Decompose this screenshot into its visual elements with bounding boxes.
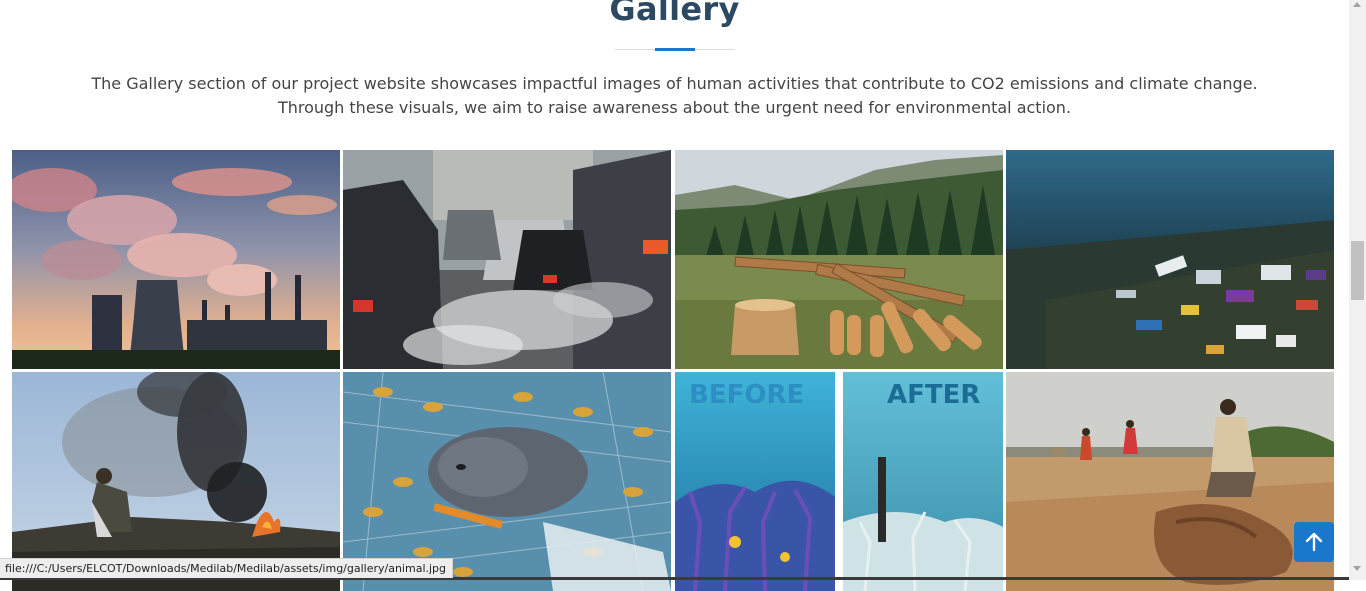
drought-image	[1006, 372, 1334, 591]
gallery-item-power-plant[interactable]	[12, 150, 340, 369]
scrollbar-thumb[interactable]	[1351, 241, 1364, 300]
description-line-1: The Gallery section of our project websi…	[91, 74, 1258, 93]
gallery-section: Gallery The Gallery section of our proje…	[0, 0, 1349, 591]
scroll-down-arrow-icon[interactable]	[1353, 566, 1361, 571]
gallery-item-traffic[interactable]	[343, 150, 671, 369]
arrow-up-icon	[1305, 532, 1323, 552]
gallery-item-deforestation[interactable]	[675, 150, 1003, 369]
title-divider-accent	[655, 48, 695, 51]
back-to-top-button[interactable]	[1294, 522, 1334, 562]
gallery-item-ocean-plastic[interactable]	[1006, 150, 1334, 369]
description-line-2: Through these visuals, we aim to raise a…	[277, 98, 1072, 117]
power-plant-image	[12, 150, 340, 369]
ocean-plastic-image	[1006, 150, 1334, 369]
gallery-grid: BEFORE AFTER	[12, 150, 1335, 591]
section-title: Gallery	[609, 0, 740, 28]
coral-bleaching-image: BEFORE AFTER	[675, 372, 1003, 591]
before-label: BEFORE	[689, 380, 804, 410]
gallery-item-drought[interactable]	[1006, 372, 1334, 591]
browser-status-bar: file:///C:/Users/ELCOT/Downloads/Medilab…	[0, 558, 454, 578]
gallery-item-coral-bleaching[interactable]: BEFORE AFTER	[675, 372, 1003, 591]
section-description: The Gallery section of our project websi…	[60, 72, 1289, 120]
deforestation-image	[675, 150, 1003, 369]
after-label: AFTER	[887, 380, 980, 410]
scroll-up-arrow-icon[interactable]	[1353, 2, 1361, 7]
traffic-image	[343, 150, 671, 369]
